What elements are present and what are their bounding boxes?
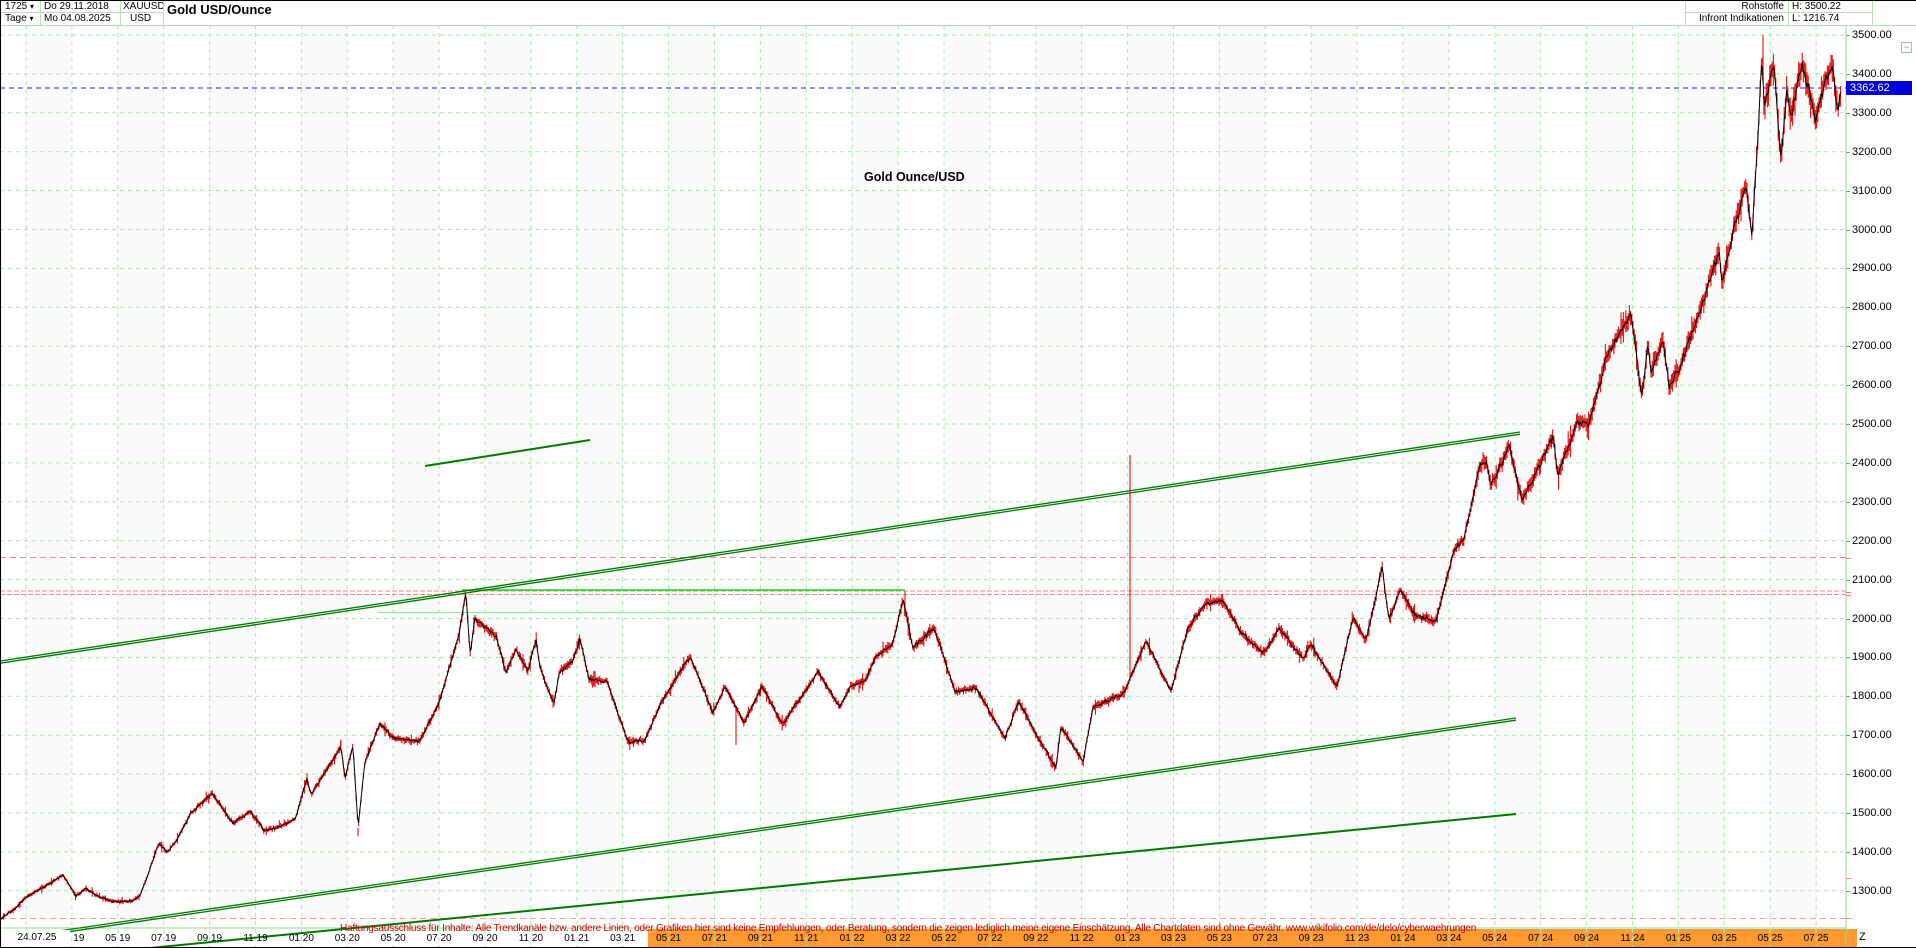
feed-source: Infront Indikationen	[1698, 13, 1784, 24]
background-band	[760, 25, 806, 928]
background-band	[1036, 25, 1082, 928]
last-price-tag: 3362.62	[1846, 81, 1912, 95]
background-band	[1587, 25, 1633, 928]
background-band	[1770, 25, 1816, 928]
cursor-date-label: 24.07.25	[4, 930, 70, 946]
background-band	[1128, 25, 1174, 928]
background-band	[210, 25, 256, 928]
interval-dropdown[interactable]: Tage ▾	[5, 13, 33, 25]
chart-plot-area[interactable]	[0, 0, 1916, 948]
zoom-reset-button[interactable]: Z	[1859, 931, 1866, 943]
low-value: L: 1216.74	[1792, 13, 1840, 24]
axis-collapse-icon[interactable]: −	[1901, 42, 1912, 53]
date-to: Mo 04.08.2025	[44, 13, 111, 24]
window-border-top	[0, 0, 1916, 1]
chart-header: 1725 ▾ Tage ▾ Do 29.11.2018 Mo 04.08.202…	[0, 0, 1916, 26]
background-band	[393, 25, 439, 928]
chart-title: Gold USD/Ounce	[167, 2, 272, 17]
chevron-down-icon: ▾	[29, 14, 34, 23]
background-band	[26, 25, 72, 928]
app-window: 1725 ▾ Tage ▾ Do 29.11.2018 Mo 04.08.202…	[0, 0, 1916, 948]
price-range-bars	[0, 34, 1842, 920]
background-band	[852, 25, 898, 928]
background-band	[301, 25, 347, 928]
background-band	[118, 25, 164, 928]
background-band	[1403, 25, 1449, 928]
background-band	[1311, 25, 1357, 928]
background-band	[944, 25, 990, 928]
background-band	[577, 25, 623, 928]
background-band	[485, 25, 531, 928]
background-band	[669, 25, 715, 928]
currency: USD	[130, 13, 152, 24]
background-band	[1678, 25, 1724, 928]
chevron-down-icon: ▾	[30, 2, 35, 11]
window-border-left	[0, 0, 1, 948]
